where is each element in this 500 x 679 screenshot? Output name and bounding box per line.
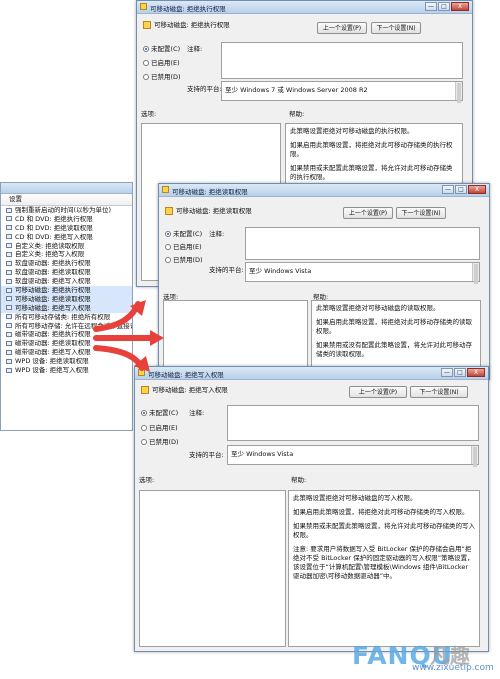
annotation-arrows bbox=[93, 300, 164, 372]
arrow-to-execute-window bbox=[93, 300, 146, 332]
arrow-to-write-window bbox=[93, 345, 150, 372]
watermark-url: www.zixuetip.com bbox=[412, 663, 494, 673]
arrow-to-read-window bbox=[93, 330, 164, 346]
